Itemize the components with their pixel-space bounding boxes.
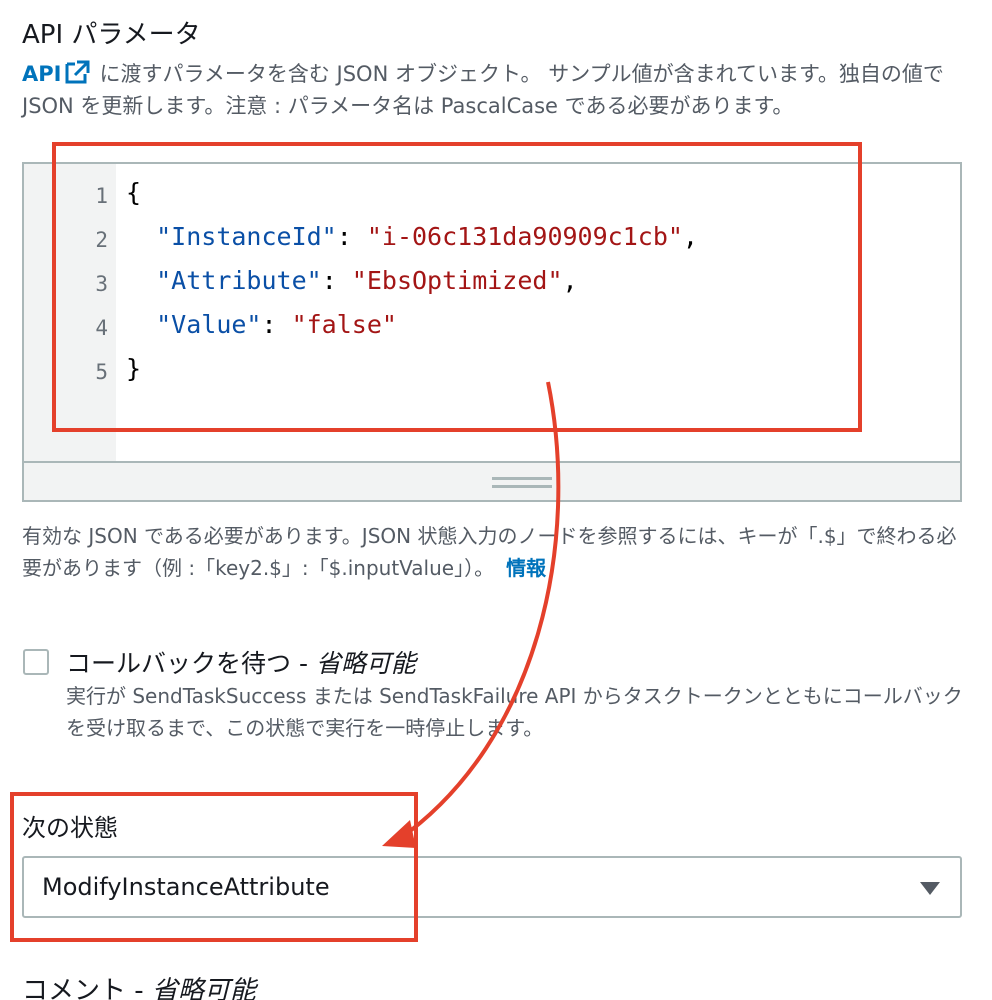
caret-down-icon bbox=[920, 882, 940, 895]
optional-tag: 省略可能 bbox=[151, 976, 256, 1000]
api-parameters-description-text: に渡すパラメータを含む JSON オブジェクト。 サンプル値が含まれています。独… bbox=[22, 62, 944, 118]
editor-resize-handle[interactable] bbox=[24, 461, 960, 500]
optional-tag: 省略可能 bbox=[315, 649, 416, 678]
comment-label-text: コメント - bbox=[22, 976, 152, 1000]
json-hint: 有効な JSON である必要があります。JSON 状態入力のノードを参照するには… bbox=[22, 520, 972, 584]
external-link-icon[interactable] bbox=[63, 59, 93, 85]
annotation-box-next-state bbox=[10, 792, 418, 942]
api-parameters-description: API に渡すパラメータを含む JSON オブジェクト。 サンプル値が含まれていま… bbox=[22, 58, 972, 122]
wait-for-callback-description: 実行が SendTaskSuccess または SendTaskFailure … bbox=[66, 684, 963, 740]
json-hint-text: 有効な JSON である必要があります。JSON 状態入力のノードを参照するには… bbox=[22, 524, 957, 580]
callback-label-text: コールバックを待つ - bbox=[66, 649, 316, 678]
annotation-box-json bbox=[52, 142, 862, 432]
grip-icon bbox=[492, 485, 552, 488]
api-doc-link[interactable]: API bbox=[22, 62, 61, 86]
comment-label: コメント - 省略可能 bbox=[22, 970, 256, 1000]
grip-icon bbox=[492, 477, 552, 480]
wait-for-callback-label[interactable]: コールバックを待つ - 省略可能 bbox=[66, 644, 416, 680]
api-parameters-title: API パラメータ bbox=[22, 20, 201, 50]
wait-for-callback-checkbox[interactable] bbox=[23, 649, 49, 675]
info-link[interactable]: 情報 bbox=[506, 556, 546, 580]
